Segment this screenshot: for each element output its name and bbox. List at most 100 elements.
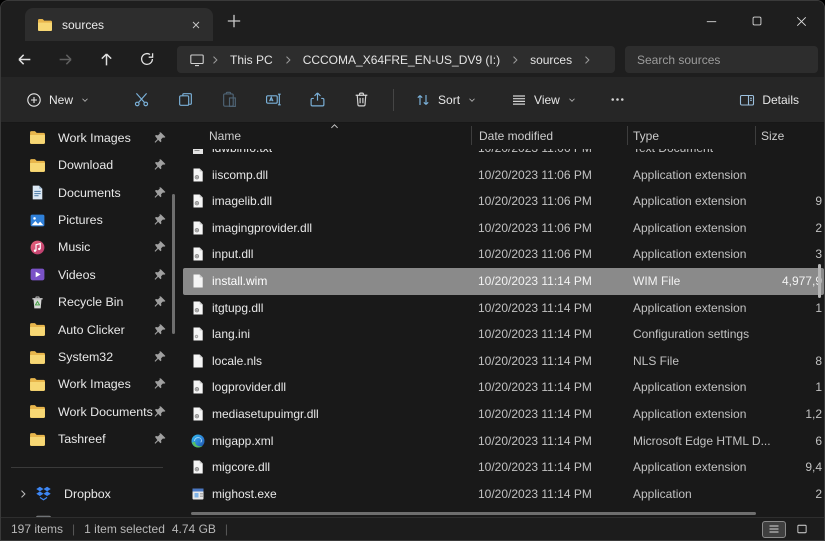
breadcrumb-this-pc[interactable]: This PC <box>223 53 280 67</box>
nls-icon <box>190 353 206 369</box>
file-row-logprovider-dll[interactable]: logprovider.dll10/20/2023 11:14 PMApplic… <box>183 374 824 401</box>
file-name: lang.ini <box>212 327 250 341</box>
selection-count: 1 item selected <box>84 522 165 536</box>
file-size: 8 <box>741 354 822 368</box>
pin-icon <box>153 158 167 172</box>
file-row-imagelib-dll[interactable]: imagelib.dll10/20/2023 11:06 PMApplicati… <box>183 188 824 215</box>
file-type: WIM File <box>633 274 680 288</box>
sidebar-item-dropbox[interactable]: Dropbox <box>7 480 171 507</box>
expander-chevron-icon[interactable] <box>17 488 29 500</box>
sidebar-item-recycle-bin[interactable]: Recycle Bin <box>7 289 171 316</box>
sidebar-item-work-documents[interactable]: Work Documents <box>7 398 171 425</box>
command-bar: New Sort View Details <box>1 77 824 123</box>
file-size: 6 <box>741 434 822 448</box>
pin-icon <box>153 213 167 227</box>
sidebar-item-documents[interactable]: Documents <box>7 179 171 206</box>
cut-icon[interactable] <box>121 83 161 117</box>
file-row-iiscomp-dll[interactable]: iiscomp.dll10/20/2023 11:06 PMApplicatio… <box>183 162 824 189</box>
breadcrumb-sources[interactable]: sources <box>523 53 579 67</box>
sort-arrows-icon <box>415 92 431 108</box>
file-row-itgtupg-dll[interactable]: itgtupg.dll10/20/2023 11:14 PMApplicatio… <box>183 295 824 322</box>
file-row-imagingprovider-dll[interactable]: imagingprovider.dll10/20/2023 11:06 PMAp… <box>183 215 824 242</box>
view-button[interactable]: View <box>500 85 588 115</box>
sidebar-item-music[interactable]: Music <box>7 234 171 261</box>
sidebar-item-work-images[interactable]: Work Images <box>7 371 171 398</box>
minimize-button[interactable] <box>689 1 734 41</box>
up-icon[interactable] <box>91 44 121 74</box>
file-row-mighost-exe[interactable]: mighost.exe10/20/2023 11:14 PMApplicatio… <box>183 481 824 508</box>
file-row-mediasetupuimgr-dll[interactable]: mediasetupuimgr.dll10/20/2023 11:14 PMAp… <box>183 401 824 428</box>
file-row-input-dll[interactable]: input.dll10/20/2023 11:06 PMApplication … <box>183 241 824 268</box>
dll-icon <box>190 406 206 422</box>
delete-icon[interactable] <box>341 83 381 117</box>
vertical-scrollbar-thumb[interactable] <box>818 264 821 298</box>
dll-icon <box>190 167 206 183</box>
large-icons-view-toggle[interactable] <box>790 521 814 538</box>
dll-icon <box>190 459 206 475</box>
file-size: 2 <box>741 487 822 501</box>
file-name: input.dll <box>212 247 253 261</box>
rename-icon[interactable] <box>253 83 293 117</box>
file-date-modified: 10/20/2023 11:14 PM <box>478 354 592 368</box>
file-name: mediasetupuimgr.dll <box>212 407 319 421</box>
sort-button[interactable]: Sort <box>404 85 488 115</box>
exe-icon <box>190 486 206 502</box>
file-rows: idwbinfo.txt10/20/2023 11:06 PMText Docu… <box>183 149 824 511</box>
share-icon[interactable] <box>297 83 337 117</box>
new-button[interactable]: New <box>15 85 101 115</box>
chevron-right-icon <box>209 54 221 66</box>
sidebar-item-download[interactable]: Download <box>7 152 171 179</box>
file-name: imagingprovider.dll <box>212 221 312 235</box>
sidebar-item-auto-clicker[interactable]: Auto Clicker <box>7 316 171 343</box>
sidebar-item-tashreef[interactable]: Tashreef <box>7 426 171 453</box>
file-list: Name Date modified Type Size idwbinfo.tx… <box>183 123 824 517</box>
sidebar-item-this-pc[interactable]: This PC <box>7 508 171 517</box>
file-row-lang-ini[interactable]: lang.ini10/20/2023 11:14 PMConfiguration… <box>183 321 824 348</box>
ini-icon <box>190 326 206 342</box>
sidebar-item-system32[interactable]: System32 <box>7 344 171 371</box>
sidebar-item-pictures[interactable]: Pictures <box>7 207 171 234</box>
file-date-modified: 10/20/2023 11:14 PM <box>478 274 592 288</box>
file-size: 1 <box>741 301 822 315</box>
file-date-modified: 10/20/2023 11:14 PM <box>478 460 592 474</box>
file-row-migcore-dll[interactable]: migcore.dll10/20/2023 11:14 PMApplicatio… <box>183 454 824 481</box>
file-date-modified: 10/20/2023 11:14 PM <box>478 380 592 394</box>
close-button[interactable] <box>779 1 824 41</box>
sidebar-item-work-images[interactable]: Work Images <box>7 124 171 151</box>
monitor-icon <box>189 52 205 68</box>
tab-sources[interactable]: sources <box>25 8 213 41</box>
folder-icon <box>29 403 46 420</box>
status-bar: 197 items | 1 item selected 4.74 GB | <box>1 517 824 540</box>
forward-icon[interactable] <box>50 44 80 74</box>
column-header-name[interactable]: Name <box>209 129 241 143</box>
details-view-toggle[interactable] <box>762 521 786 538</box>
file-row-idwbinfo-txt[interactable]: idwbinfo.txt10/20/2023 11:06 PMText Docu… <box>183 149 824 162</box>
file-row-install-wim[interactable]: install.wim10/20/2023 11:14 PMWIM File4,… <box>183 268 824 295</box>
refresh-icon[interactable] <box>132 44 162 74</box>
horizontal-scrollbar-thumb[interactable] <box>191 512 756 515</box>
dll-icon <box>190 193 206 209</box>
column-header-type[interactable]: Type <box>633 129 659 143</box>
sidebar-item-label: Dropbox <box>64 487 171 501</box>
details-button[interactable]: Details <box>728 85 810 115</box>
breadcrumb-drive[interactable]: CCCOMA_X64FRE_EN-US_DV9 (I:) <box>296 53 507 67</box>
plus-circle-icon <box>26 92 42 108</box>
column-header-size[interactable]: Size <box>761 129 784 143</box>
column-header-date[interactable]: Date modified <box>479 129 553 143</box>
paste-icon[interactable] <box>209 83 249 117</box>
copy-icon[interactable] <box>165 83 205 117</box>
address-box[interactable]: This PC CCCOMA_X64FRE_EN-US_DV9 (I:) sou… <box>177 46 615 73</box>
file-row-locale-nls[interactable]: locale.nls10/20/2023 11:14 PMNLS File8 <box>183 348 824 375</box>
sort-label: Sort <box>438 93 460 107</box>
sidebar-item-label: Work Documents <box>58 405 153 419</box>
file-row-migapp-xml[interactable]: migapp.xml10/20/2023 11:14 PMMicrosoft E… <box>183 428 824 455</box>
sidebar-item-videos[interactable]: Videos <box>7 261 171 288</box>
maximize-button[interactable] <box>734 1 779 41</box>
new-tab-button[interactable] <box>225 12 243 30</box>
tab-close-icon[interactable] <box>187 16 205 34</box>
back-icon[interactable] <box>9 44 39 74</box>
recycle-icon <box>29 294 46 311</box>
more-options-icon[interactable] <box>598 83 638 117</box>
search-input[interactable] <box>625 46 818 73</box>
sidebar-scrollbar[interactable] <box>172 194 175 334</box>
